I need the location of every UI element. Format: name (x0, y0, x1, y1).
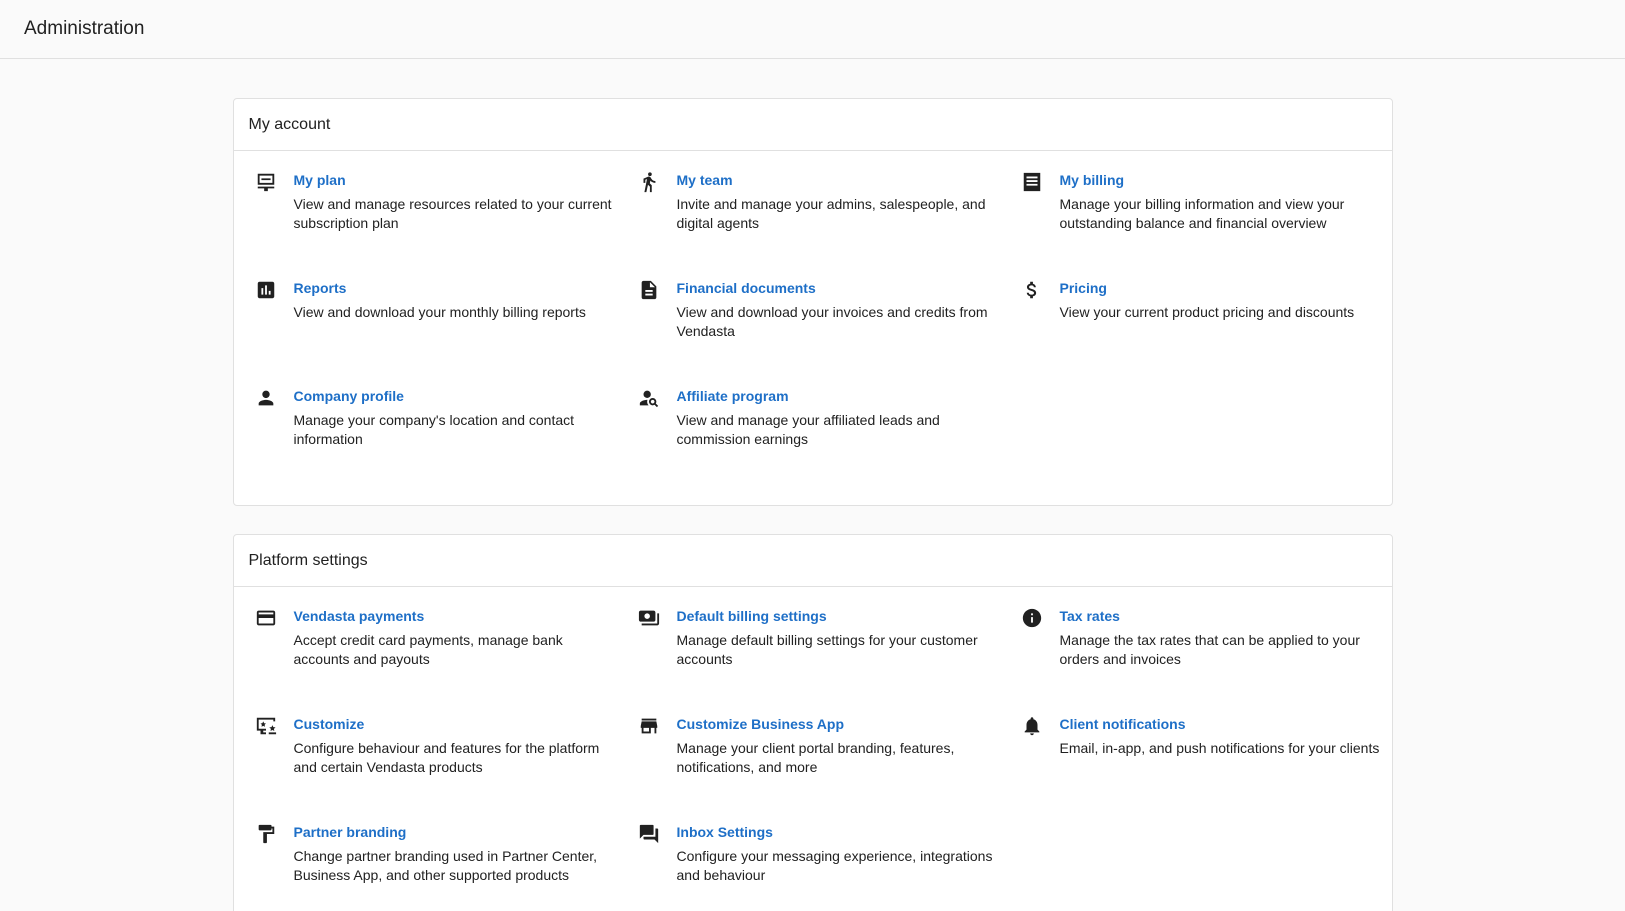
reports-icon (254, 278, 278, 302)
admin-item-tax-rates[interactable]: Tax rates Manage the tax rates that can … (1020, 607, 1403, 715)
admin-item-financial-documents[interactable]: Financial documents View and download yo… (637, 279, 1020, 387)
admin-item-description: Configure behaviour and features for the… (293, 740, 600, 775)
admin-item-title[interactable]: Affiliate program (677, 387, 1006, 405)
admin-item-description: Manage your billing information and view… (1059, 196, 1345, 231)
admin-item-customize-business-app[interactable]: Customize Business App Manage your clien… (637, 715, 1020, 823)
admin-item-client-notifications[interactable]: Client notifications Email, in-app, and … (1020, 715, 1403, 823)
admin-item-title[interactable]: Vendasta payments (294, 607, 623, 625)
section-header: Platform settings (233, 535, 1392, 587)
admin-item-description: Configure your messaging experience, int… (676, 848, 993, 883)
section-title: My account (248, 115, 331, 133)
main-content: My account My plan View and manage resou… (232, 59, 1393, 911)
billing-icon (1020, 170, 1044, 194)
admin-item-title[interactable]: My plan (294, 171, 623, 189)
admin-item-inbox-settings[interactable]: Inbox Settings Configure your messaging … (637, 823, 1020, 911)
paint-roller-icon (254, 822, 278, 846)
admin-item-title[interactable]: My billing (1060, 171, 1389, 189)
admin-item-description: View your current product pricing and di… (1059, 304, 1355, 320)
admin-item-title[interactable]: Company profile (294, 387, 623, 405)
section-platform-settings: Platform settings Vendasta payments Acce… (232, 534, 1393, 911)
admin-item-vendasta-payments[interactable]: Vendasta payments Accept credit card pay… (254, 607, 637, 715)
admin-item-affiliate-program[interactable]: Affiliate program View and manage your a… (637, 387, 1020, 495)
plan-icon (254, 170, 278, 194)
section-header: My account (233, 99, 1392, 151)
admin-item-description: Manage your client portal branding, feat… (676, 740, 955, 775)
section-items: My plan View and manage resources relate… (234, 151, 1392, 505)
credit-card-icon (254, 606, 278, 630)
payments-icon (637, 606, 661, 630)
person-icon (254, 386, 278, 410)
admin-item-customize[interactable]: Customize Configure behaviour and featur… (254, 715, 637, 823)
admin-item-title[interactable]: Tax rates (1060, 607, 1389, 625)
bell-icon (1020, 714, 1044, 738)
storefront-icon (637, 714, 661, 738)
admin-item-description: View and download your invoices and cred… (676, 304, 988, 339)
admin-item-description: View and manage your affiliated leads an… (676, 412, 940, 447)
admin-item-default-billing-settings[interactable]: Default billing settings Manage default … (637, 607, 1020, 715)
document-icon (637, 278, 661, 302)
admin-item-title[interactable]: My team (677, 171, 1006, 189)
dollar-icon (1020, 278, 1044, 302)
admin-item-title[interactable]: Customize Business App (677, 715, 1006, 733)
admin-item-my-team[interactable]: My team Invite and manage your admins, s… (637, 171, 1020, 279)
section-items: Vendasta payments Accept credit card pay… (234, 587, 1392, 911)
admin-item-description: Manage default billing settings for your… (676, 632, 978, 667)
admin-item-partner-branding[interactable]: Partner branding Change partner branding… (254, 823, 637, 911)
admin-item-title[interactable]: Inbox Settings (677, 823, 1006, 841)
top-bar: Administration (0, 0, 1625, 59)
admin-item-reports[interactable]: Reports View and download your monthly b… (254, 279, 637, 387)
admin-item-pricing[interactable]: Pricing View your current product pricin… (1020, 279, 1403, 387)
admin-item-description: Accept credit card payments, manage bank… (293, 632, 563, 667)
page-title: Administration (24, 18, 145, 39)
admin-item-description: View and manage resources related to you… (293, 196, 612, 231)
admin-item-description: Manage your company's location and conta… (293, 412, 575, 447)
admin-item-company-profile[interactable]: Company profile Manage your company's lo… (254, 387, 637, 495)
info-icon (1020, 606, 1044, 630)
screen-customize-icon (254, 714, 278, 738)
admin-item-title[interactable]: Reports (294, 279, 586, 297)
admin-item-my-plan[interactable]: My plan View and manage resources relate… (254, 171, 637, 279)
admin-item-title[interactable]: Partner branding (294, 823, 623, 841)
admin-item-description: View and download your monthly billing r… (293, 304, 586, 320)
section-my-account: My account My plan View and manage resou… (232, 98, 1393, 506)
admin-item-title[interactable]: Client notifications (1060, 715, 1380, 733)
admin-item-title[interactable]: Pricing (1060, 279, 1355, 297)
admin-item-description: Invite and manage your admins, salespeop… (676, 196, 986, 231)
admin-item-title[interactable]: Customize (294, 715, 623, 733)
section-title: Platform settings (248, 551, 368, 569)
forum-icon (637, 822, 661, 846)
admin-item-description: Manage the tax rates that can be applied… (1059, 632, 1360, 667)
admin-item-description: Change partner branding used in Partner … (293, 848, 598, 883)
admin-item-title[interactable]: Default billing settings (677, 607, 1006, 625)
admin-item-my-billing[interactable]: My billing Manage your billing informati… (1020, 171, 1403, 279)
person-search-icon (637, 386, 661, 410)
admin-item-description: Email, in-app, and push notifications fo… (1059, 740, 1380, 756)
team-icon (637, 170, 661, 194)
admin-item-title[interactable]: Financial documents (677, 279, 1006, 297)
